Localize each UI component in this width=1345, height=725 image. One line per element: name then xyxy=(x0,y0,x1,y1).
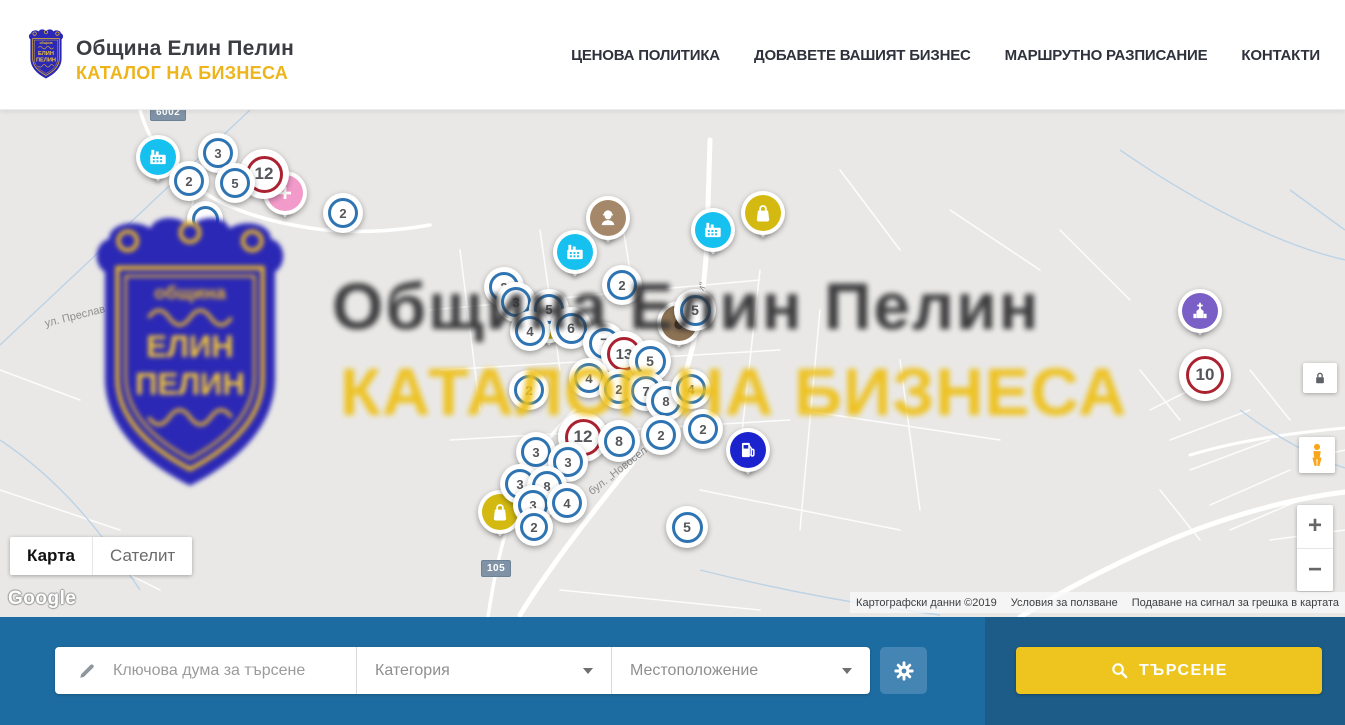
cluster-count: 2 xyxy=(328,198,358,228)
google-logo[interactable]: Google xyxy=(8,588,76,610)
map-cluster-marker[interactable]: 4 xyxy=(671,369,711,409)
nav-item-schedule[interactable]: МАРШРУТНО РАЗПИСАНИЕ xyxy=(1005,47,1208,64)
map-cluster-marker[interactable]: 2 xyxy=(323,193,363,233)
fuel-icon xyxy=(730,432,766,468)
header: община ЕЛИН ПЕЛИН Община Елин Пелин КАТА… xyxy=(0,0,1345,110)
map-type-map-button[interactable]: Карта xyxy=(10,537,92,575)
chevron-down-icon xyxy=(842,668,852,674)
cluster-count: 2 xyxy=(607,270,637,300)
main-nav: ЦЕНОВА ПОЛИТИКА ДОБАВЕТЕ ВАШИЯТ БИЗНЕС М… xyxy=(571,0,1320,110)
location-dropdown-label: Местоположение xyxy=(630,662,758,680)
category-dropdown-label: Категория xyxy=(375,662,450,680)
cluster-count: 6 xyxy=(556,313,587,344)
site-title: Община Елин Пелин xyxy=(76,37,294,61)
map-cluster-marker[interactable]: 2 xyxy=(683,409,723,449)
map-cluster-marker[interactable]: 2 xyxy=(602,265,642,305)
lock-icon xyxy=(1312,370,1328,386)
map-cluster-marker[interactable]: 5 xyxy=(215,163,255,203)
cluster-count: 10 xyxy=(1186,356,1224,394)
search-bar: Категория Местоположение xyxy=(0,617,1345,725)
map-attribution: Картографски данни ©2019 Условия за полз… xyxy=(850,592,1345,613)
attribution-data: Картографски данни ©2019 xyxy=(856,597,997,609)
map-cluster-marker[interactable] xyxy=(187,201,223,237)
map-cluster-marker[interactable]: 2 xyxy=(515,508,553,546)
map-cluster-marker[interactable]: 2 xyxy=(169,161,209,201)
page: община ЕЛИН ПЕЛИН Община Елин Пелин КАТА… xyxy=(0,0,1345,725)
brand-block[interactable]: Община Елин Пелин КАТАЛОГ НА БИЗНЕСА xyxy=(76,37,294,84)
cluster-count: 5 xyxy=(220,168,250,198)
zoom-in-button[interactable]: + xyxy=(1297,505,1333,549)
pin-head xyxy=(1178,289,1222,333)
search-field-group: Категория Местоположение xyxy=(55,647,870,694)
bag-icon xyxy=(745,195,781,231)
cluster-count: 4 xyxy=(515,316,545,346)
map-pin-church[interactable] xyxy=(1178,289,1222,333)
location-dropdown[interactable]: Местоположение xyxy=(612,647,870,694)
search-icon xyxy=(1110,661,1129,680)
keyword-section xyxy=(55,647,357,694)
map-cluster-marker[interactable]: 5 xyxy=(666,506,708,548)
category-dropdown[interactable]: Категория xyxy=(357,647,612,694)
google-map[interactable]: 6002105 ул. Преславбул. „Новоселци“ xyxy=(0,110,1345,617)
attribution-report-link[interactable]: Подаване на сигнал за грешка в картата xyxy=(1132,597,1339,609)
nav-item-pricing[interactable]: ЦЕНОВА ПОЛИТИКА xyxy=(571,47,720,64)
chevron-down-icon xyxy=(583,668,593,674)
map-cluster-marker[interactable]: 4 xyxy=(510,311,550,351)
svg-text:ЕЛИН: ЕЛИН xyxy=(38,51,54,57)
map-cluster-marker[interactable]: 5 xyxy=(674,289,716,331)
cluster-count: 5 xyxy=(680,295,711,326)
cluster-count: 2 xyxy=(174,166,204,196)
nav-item-contacts[interactable]: КОНТАКТИ xyxy=(1241,47,1320,64)
map-cluster-marker[interactable]: 8 xyxy=(598,420,640,462)
gear-icon xyxy=(892,659,916,683)
cluster-count: 8 xyxy=(604,426,635,457)
map-type-control: Карта Сателит xyxy=(10,537,192,575)
municipality-crest-logo[interactable]: община ЕЛИН ПЕЛИН xyxy=(27,21,65,88)
cluster-count: 2 xyxy=(514,375,544,405)
map-pin-factory[interactable] xyxy=(691,208,735,252)
map-markers-layer: 32125222355467135422784221283338342510 xyxy=(0,110,1345,617)
factory-icon xyxy=(557,234,593,270)
pin-head xyxy=(741,191,785,235)
map-type-satellite-button[interactable]: Сателит xyxy=(92,537,192,575)
search-button[interactable]: ТЪРСЕНЕ xyxy=(1016,647,1322,694)
svg-text:ПЕЛИН: ПЕЛИН xyxy=(36,58,56,64)
cluster-count: 3 xyxy=(521,437,551,467)
church-icon xyxy=(1182,293,1218,329)
nav-item-add-business[interactable]: ДОБАВЕТЕ ВАШИЯТ БИЗНЕС xyxy=(754,47,971,64)
cluster-count xyxy=(192,206,219,233)
pin-head xyxy=(691,208,735,252)
zoom-out-button[interactable]: − xyxy=(1297,549,1333,592)
search-input[interactable] xyxy=(111,661,341,681)
map-cluster-marker[interactable]: 4 xyxy=(547,483,587,523)
cluster-count: 2 xyxy=(646,420,676,450)
cluster-count: 4 xyxy=(552,488,582,518)
attribution-terms-link[interactable]: Условия за ползване xyxy=(1011,597,1118,609)
factory-icon xyxy=(140,139,176,175)
lock-button[interactable] xyxy=(1303,363,1337,393)
cluster-count: 4 xyxy=(676,374,706,404)
map-pin-factory[interactable] xyxy=(553,230,597,274)
cluster-count: 2 xyxy=(688,414,718,444)
svg-text:община: община xyxy=(39,41,52,45)
map-cluster-marker[interactable]: 2 xyxy=(509,370,549,410)
map-pin-bag[interactable] xyxy=(741,191,785,235)
factory-icon xyxy=(695,212,731,248)
advanced-settings-button[interactable] xyxy=(880,647,927,694)
zoom-control: + − xyxy=(1297,505,1333,591)
map-cluster-marker[interactable]: 10 xyxy=(1179,349,1231,401)
map-cluster-marker[interactable]: 2 xyxy=(641,415,681,455)
pegman-icon xyxy=(1306,443,1328,467)
pencil-icon xyxy=(77,661,97,681)
cluster-count: 2 xyxy=(520,513,548,541)
map-pin-fuel[interactable] xyxy=(726,428,770,472)
site-subtitle: КАТАЛОГ НА БИЗНЕСА xyxy=(76,63,294,84)
cluster-count: 5 xyxy=(672,512,703,543)
search-button-label: ТЪРСЕНЕ xyxy=(1139,662,1228,680)
pin-head xyxy=(726,428,770,472)
pin-head xyxy=(553,230,597,274)
pegman-button[interactable] xyxy=(1299,437,1335,473)
